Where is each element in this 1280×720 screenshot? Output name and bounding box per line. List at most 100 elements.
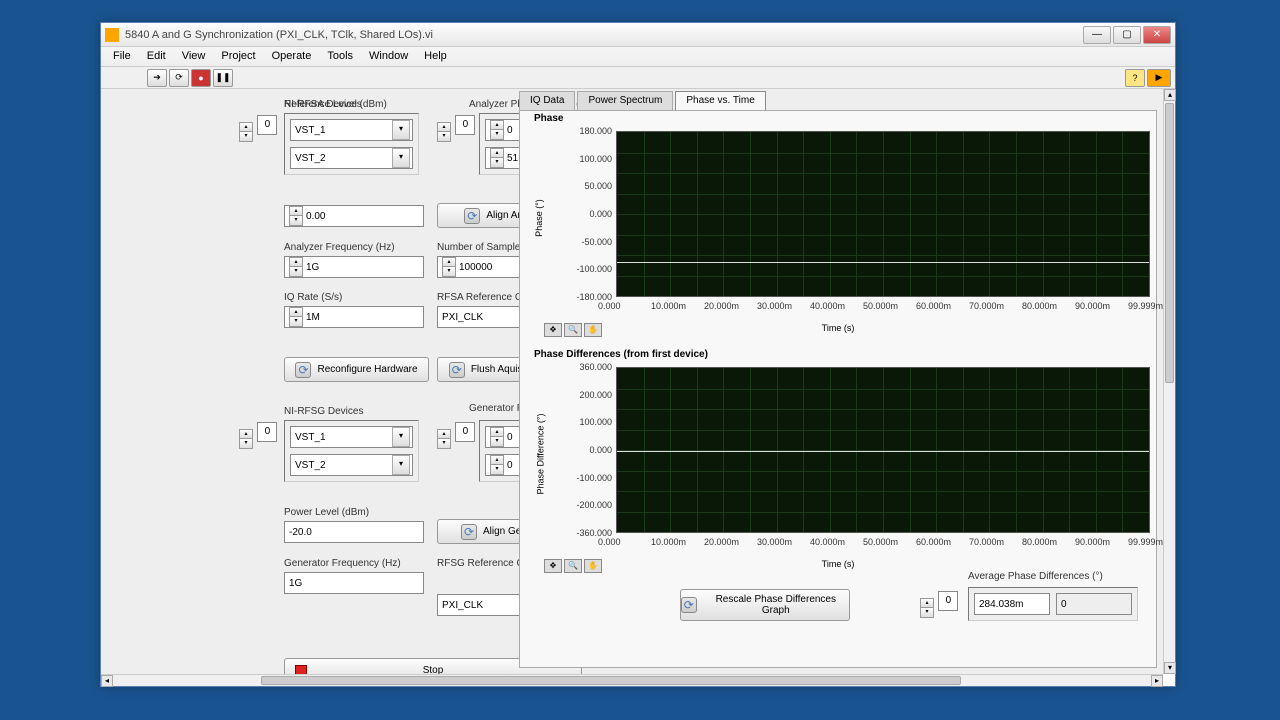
generator-offset-2[interactable]: 0	[507, 460, 513, 471]
axis-tick: 90.000m	[1075, 537, 1110, 547]
iq-rate-spinner[interactable]: ▴▾	[289, 307, 303, 327]
horizontal-scrollbar[interactable]: ◂ ▸	[101, 674, 1163, 686]
axis-tick: 70.000m	[969, 301, 1004, 311]
menubar: File Edit View Project Operate Tools Win…	[101, 47, 1175, 67]
generator-offsets-index[interactable]: 0	[455, 422, 475, 442]
analyzer-freq-spinner[interactable]: ▴▾	[289, 257, 303, 277]
avg-phase-diff-label: Average Phase Differences (°)	[968, 571, 1103, 582]
tab-iq-data[interactable]: IQ Data	[519, 91, 575, 111]
tab-power-spectrum[interactable]: Power Spectrum	[577, 91, 673, 111]
axis-tick: -200.000	[532, 500, 612, 510]
menu-window[interactable]: Window	[361, 47, 416, 66]
reconfigure-button[interactable]: ⟳Reconfigure Hardware	[284, 357, 429, 382]
axis-tick: 40.000m	[810, 537, 845, 547]
phase-trace	[617, 262, 1149, 263]
num-samples-label: Number of Samples	[437, 242, 525, 253]
axis-tick: 360.000	[532, 362, 612, 372]
ref-level-spinner[interactable]: ▴▾	[289, 206, 303, 226]
ref-level-input[interactable]: 0.00	[306, 211, 325, 222]
generator-offsets-index-spinner[interactable]: ▴▾	[437, 429, 451, 449]
minimize-button[interactable]: —	[1083, 26, 1111, 44]
scroll-right-icon[interactable]: ▸	[1151, 675, 1163, 687]
generator-offset-2-spinner[interactable]: ▴▾	[490, 455, 504, 475]
vertical-scrollbar[interactable]: ▴ ▾	[1163, 89, 1175, 674]
analyzer-offset-1-spinner[interactable]: ▴▾	[490, 120, 504, 140]
axis-tick: 0.000	[598, 537, 621, 547]
axis-tick: 0.000	[598, 301, 621, 311]
analyzer-offset-1[interactable]: 0	[507, 125, 513, 136]
analyzer-offsets-index[interactable]: 0	[455, 115, 475, 135]
cursor-tool-icon[interactable]: ✥	[544, 323, 562, 337]
axis-tick: 50.000m	[863, 537, 898, 547]
scroll-thumb[interactable]	[261, 676, 961, 685]
refresh-icon: ⟳	[461, 524, 477, 540]
menu-tools[interactable]: Tools	[319, 47, 361, 66]
maximize-button[interactable]: ▢	[1113, 26, 1141, 44]
rescale-button[interactable]: ⟳Rescale Phase Differences Graph	[680, 589, 850, 621]
num-samples-spinner[interactable]: ▴▾	[442, 257, 456, 277]
zoom-tool-icon[interactable]: 🔍	[564, 559, 582, 573]
right-panel: IQ Data Power Spectrum Phase vs. Time Ph…	[519, 91, 1157, 668]
power-level-input[interactable]: -20.0	[284, 521, 424, 543]
menu-operate[interactable]: Operate	[264, 47, 320, 66]
avg-index-spinner[interactable]: ▴▾	[920, 598, 934, 618]
axis-tick: -50.000	[532, 237, 612, 247]
num-samples-input[interactable]: 100000	[459, 262, 492, 273]
avg-index[interactable]: 0	[938, 591, 958, 611]
avg-phase-diff-1[interactable]: 284.038m	[974, 593, 1050, 615]
zoom-tool-icon[interactable]: 🔍	[564, 323, 582, 337]
gen-freq-input[interactable]: 1G	[284, 572, 424, 594]
axis-tick: 30.000m	[757, 537, 792, 547]
power-level-label: Power Level (dBm)	[284, 507, 369, 518]
rfsg-device-2[interactable]: VST_2	[290, 454, 413, 476]
iq-rate-label: IQ Rate (S/s)	[284, 292, 342, 303]
rfsa-device-1[interactable]: VST_1	[290, 119, 413, 141]
cursor-tool-icon[interactable]: ✥	[544, 559, 562, 573]
axis-tick: 100.000	[532, 154, 612, 164]
menu-help[interactable]: Help	[416, 47, 455, 66]
rfsa-device-2[interactable]: VST_2	[290, 147, 413, 169]
app-window: 5840 A and G Synchronization (PXI_CLK, T…	[100, 22, 1176, 687]
rfsa-index-spinner[interactable]: ▴▾	[239, 122, 253, 142]
phase-diff-plot[interactable]	[616, 367, 1150, 533]
scroll-thumb[interactable]	[1165, 103, 1174, 383]
close-button[interactable]: ✕	[1143, 26, 1171, 44]
refresh-icon: ⟳	[295, 362, 311, 378]
refresh-icon: ⟳	[681, 597, 697, 613]
axis-tick: 70.000m	[969, 537, 1004, 547]
phase-plot[interactable]	[616, 131, 1150, 297]
axis-tick: 10.000m	[651, 537, 686, 547]
analyzer-offset-2-spinner[interactable]: ▴▾	[490, 148, 504, 168]
rfsa-index[interactable]: 0	[257, 115, 277, 135]
content-area: NI-RFSA Devices ▴▾ 0 VST_1 VST_2 Analyze…	[101, 89, 1163, 674]
axis-tick: 100.000	[532, 417, 612, 427]
analyzer-offsets-index-spinner[interactable]: ▴▾	[437, 122, 451, 142]
tab-phase-vs-time[interactable]: Phase vs. Time	[675, 91, 765, 111]
rfsg-index[interactable]: 0	[257, 422, 277, 442]
scroll-left-icon[interactable]: ◂	[101, 675, 113, 687]
rfsg-device-1[interactable]: VST_1	[290, 426, 413, 448]
vi-icon[interactable]: ▶	[1147, 69, 1171, 87]
scroll-down-icon[interactable]: ▾	[1164, 662, 1176, 674]
help-button[interactable]: ?	[1125, 69, 1145, 87]
menu-file[interactable]: File	[105, 47, 139, 66]
pause-button[interactable]: ❚❚	[213, 69, 233, 87]
pan-tool-icon[interactable]: ✋	[584, 559, 602, 573]
axis-tick: -100.000	[532, 473, 612, 483]
run-button[interactable]: ➔	[147, 69, 167, 87]
menu-edit[interactable]: Edit	[139, 47, 174, 66]
axis-tick: 0.000	[532, 209, 612, 219]
axis-tick: 20.000m	[704, 537, 739, 547]
rfsg-index-spinner[interactable]: ▴▾	[239, 429, 253, 449]
iq-rate-input[interactable]: 1M	[306, 312, 320, 323]
abort-button[interactable]: ●	[191, 69, 211, 87]
generator-offset-1-spinner[interactable]: ▴▾	[490, 427, 504, 447]
scroll-up-icon[interactable]: ▴	[1164, 89, 1176, 101]
run-continuous-button[interactable]: ⟳	[169, 69, 189, 87]
menu-view[interactable]: View	[174, 47, 214, 66]
pan-tool-icon[interactable]: ✋	[584, 323, 602, 337]
generator-offset-1[interactable]: 0	[507, 432, 513, 443]
menu-project[interactable]: Project	[213, 47, 263, 66]
axis-tick: 30.000m	[757, 301, 792, 311]
analyzer-freq-input[interactable]: 1G	[306, 262, 319, 273]
